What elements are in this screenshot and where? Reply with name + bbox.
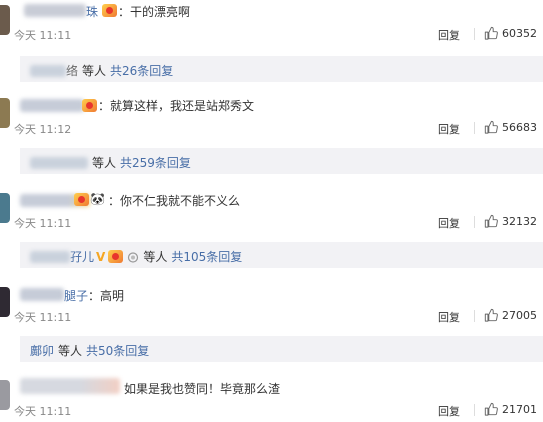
comment-text: ：就算这样，我还是站郑秀文 [98,99,255,113]
reply-thread-box: 鄺卯 等人 共50条回复 [20,336,543,362]
reply-count-link[interactable]: 共259条回复 [120,154,191,171]
reply-button[interactable]: 回复 [438,215,460,231]
panda-emoji-icon: 🐼 [90,192,105,206]
avatar[interactable] [0,287,10,317]
reply-username-suffix[interactable]: 孖儿 [70,248,94,265]
reply-thread-box: 等人 共259条回复 [20,148,543,174]
comment-text: ：你不仁我就不能不义么 [108,194,241,208]
vip-badge-icon [108,250,124,263]
reply-button[interactable]: 回复 [438,403,460,419]
thumbs-up-icon [484,214,498,228]
reply-thread-box: 络 等人 共26条回复 [20,56,543,82]
comment-time: 今天 11:12 [14,123,72,136]
thumbs-up-icon [484,308,498,322]
medal-icon [128,251,139,263]
username-suffix[interactable]: 珠 [86,3,98,20]
comment-text: ：高明 [88,289,125,303]
avatar[interactable] [0,5,10,35]
reply-button[interactable]: 回复 [438,121,460,137]
comment-text: ：干的漂亮啊 [118,5,191,19]
avatar[interactable] [0,193,10,223]
like-count: 60352 [502,26,537,40]
divider [474,216,475,228]
divider [474,28,475,40]
comment-time: 今天 11:11 [14,405,72,418]
thumbs-up-icon [484,402,498,416]
reply-username-suffix[interactable]: 络 [66,62,78,79]
username-blurred[interactable] [20,288,64,301]
reply-button[interactable]: 回复 [438,27,460,43]
thumbs-up-icon [484,120,498,134]
like-count: 27005 [502,308,537,322]
reply-etc-label: 等人 [92,156,117,170]
avatar[interactable] [0,98,10,128]
reply-username-blurred[interactable] [30,156,88,169]
reply-thread-box: 孖儿 V 等人 共105条回复 [20,242,543,268]
vip-badge-icon [74,193,89,206]
vip-badge-icon [102,4,117,17]
comment-time: 今天 11:11 [14,217,72,230]
reply-etc-label: 等人 [58,344,83,358]
comment-time: 今天 11:11 [14,29,72,42]
reply-username-blurred[interactable] [30,64,66,77]
like-button[interactable]: 27005 [484,308,537,322]
reply-count-link[interactable]: 共105条回复 [171,248,242,265]
username-blurred[interactable] [20,378,120,394]
reply-username[interactable]: 鄺卯 [30,342,54,359]
like-count: 32132 [502,214,537,228]
comment-text: 如果是我也赞同！毕竟那么渣 [124,382,281,396]
like-button[interactable]: 21701 [484,402,537,416]
reply-etc-label: 等人 [143,250,168,264]
reply-etc-label: 等人 [82,64,107,78]
divider [474,404,475,416]
reply-username-blurred[interactable] [30,250,70,263]
like-button[interactable]: 56683 [484,120,537,134]
like-count: 56683 [502,120,537,134]
comment-time: 今天 11:11 [14,311,72,324]
thumbs-up-icon [484,26,498,40]
username-blurred[interactable] [20,99,84,112]
reply-count-link[interactable]: 共50条回复 [86,342,149,359]
like-count: 21701 [502,402,537,416]
reply-count-link[interactable]: 共26条回复 [110,62,173,79]
like-button[interactable]: 60352 [484,26,537,40]
like-button[interactable]: 32132 [484,214,537,228]
divider [474,310,475,322]
username-blurred[interactable] [24,4,86,17]
vip-badge-icon [82,99,97,112]
avatar[interactable] [0,380,10,410]
username-suffix[interactable]: 腿子 [64,287,88,304]
v-badge-icon: V [96,249,106,264]
reply-button[interactable]: 回复 [438,309,460,325]
divider [474,122,475,134]
